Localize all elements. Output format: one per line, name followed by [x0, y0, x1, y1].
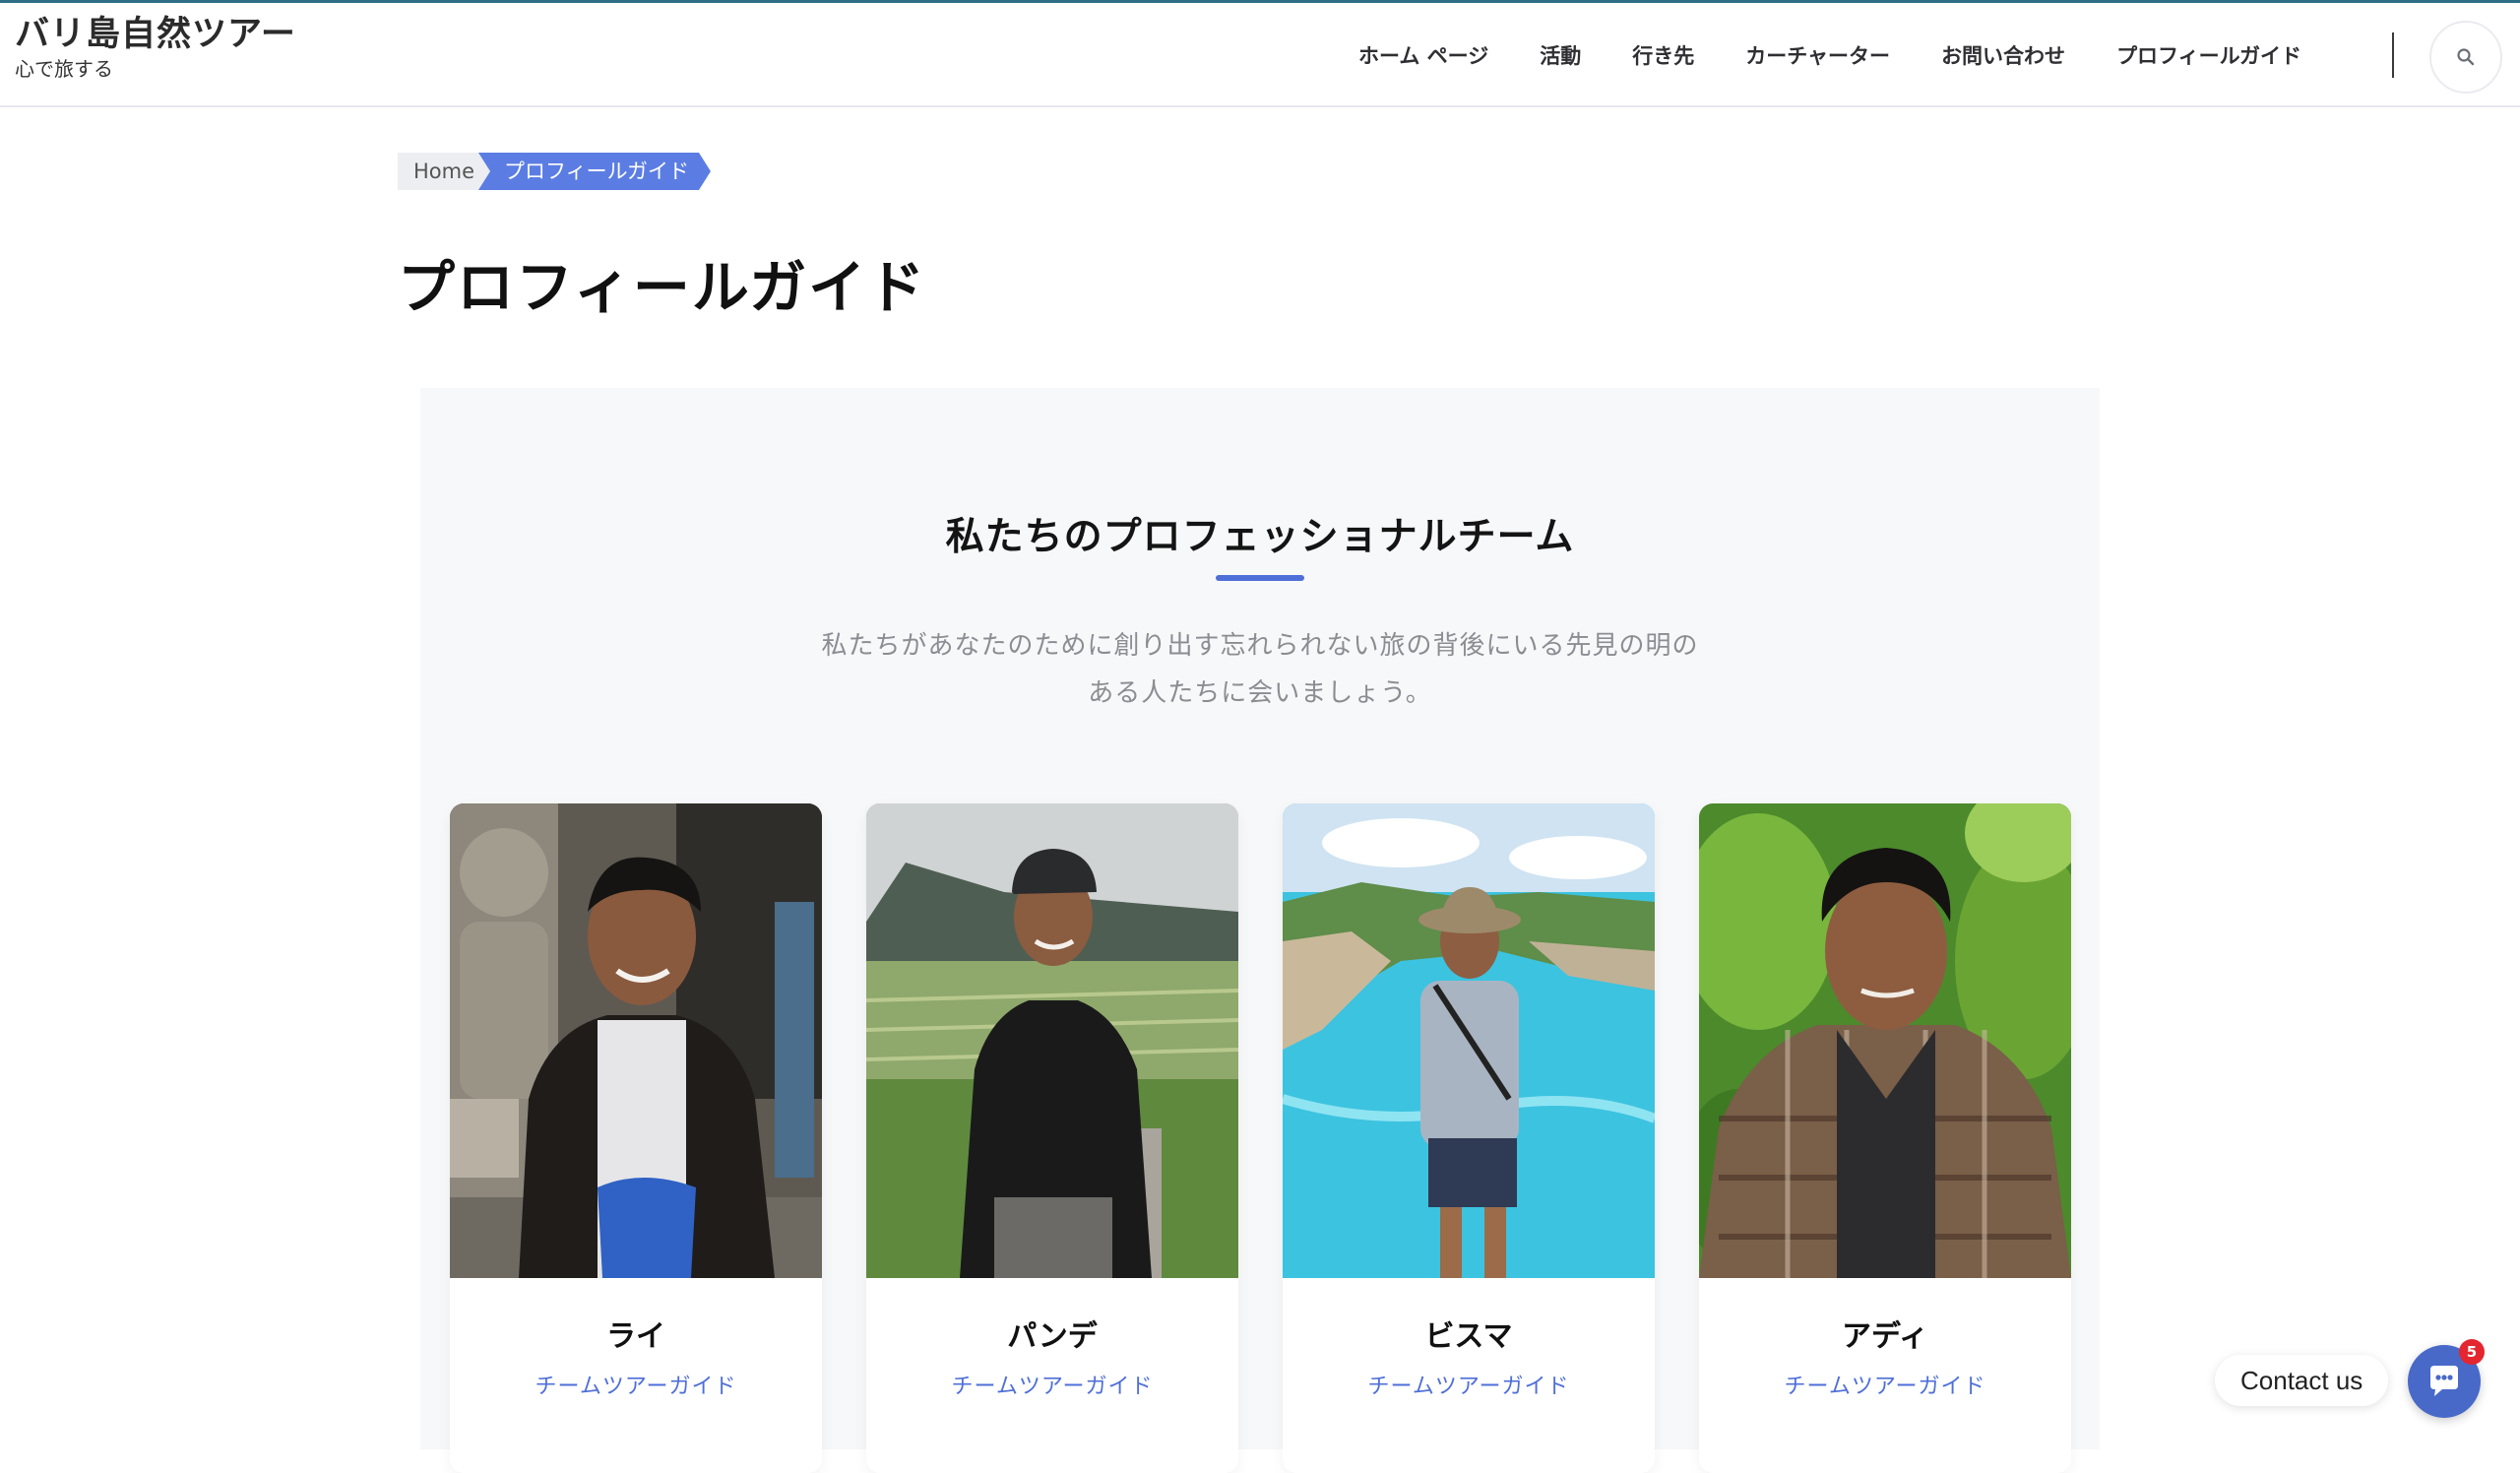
guide-photo-rai: [450, 803, 822, 1278]
site-tagline: 心で旅する: [15, 57, 113, 81]
breadcrumb-current: プロフィールガイド: [478, 153, 711, 190]
breadcrumb-home[interactable]: Home: [398, 153, 491, 190]
team-card-pande[interactable]: パンデ チームツアーガイド: [866, 803, 1238, 1473]
nav-contact[interactable]: お問い合わせ: [1941, 40, 2065, 70]
guide-name: アディ: [1842, 1319, 1928, 1354]
guide-role: チームツアーガイド: [535, 1375, 737, 1399]
team-description: 私たちがあなたのために創り出す忘れられない旅の背後にいる先見の明の ある人たちに…: [804, 622, 1716, 717]
team-card-rai[interactable]: ライ チームツアーガイド: [450, 803, 822, 1473]
team-heading: 私たちのプロフェッショナルチーム: [945, 515, 1575, 559]
site-title[interactable]: バリ島自然ツアー: [15, 13, 296, 56]
search-button[interactable]: [2429, 21, 2502, 94]
nav-activities[interactable]: 活動: [1540, 40, 1581, 70]
site-header: バリ島自然ツアー 心で旅する ホーム ページ 活動 行き先 カーチャーター お問…: [0, 3, 2520, 107]
guide-name: ライ: [606, 1319, 665, 1354]
nav-destinations[interactable]: 行き先: [1632, 40, 1694, 70]
breadcrumb: Home プロフィールガイド: [398, 153, 711, 190]
team-card-bisma[interactable]: ビスマ チームツアーガイド: [1283, 803, 1655, 1473]
nav-profile-guide[interactable]: プロフィールガイド: [2116, 40, 2301, 70]
search-icon: [2457, 48, 2475, 66]
nav-divider: [2392, 32, 2394, 78]
guide-photo-pande: [866, 803, 1238, 1278]
guide-name: パンデ: [1007, 1319, 1098, 1354]
heading-underline: [1216, 575, 1304, 581]
guide-role: チームツアーガイド: [951, 1375, 1154, 1399]
team-card-adi[interactable]: アディ チームツアーガイド: [1699, 803, 2071, 1473]
nav-car-charter[interactable]: カーチャーター: [1745, 40, 1890, 70]
brand[interactable]: バリ島自然ツアー 心で旅する: [15, 13, 296, 82]
chat-bubble-icon: [2430, 1366, 2458, 1396]
guide-photo-adi: [1699, 803, 2071, 1278]
page-title: プロフィールガイド: [398, 254, 927, 321]
guide-role: チームツアーガイド: [1784, 1375, 1986, 1399]
contact-us-label[interactable]: Contact us: [2215, 1355, 2389, 1406]
team-description-line-1: 私たちがあなたのために創り出す忘れられない旅の背後にいる先見の明の: [821, 631, 1699, 661]
guide-name: ビスマ: [1424, 1319, 1513, 1354]
guide-photo-bisma: [1283, 803, 1655, 1278]
team-section: 私たちのプロフェッショナルチーム 私たちがあなたのために創り出す忘れられない旅の…: [420, 388, 2100, 1473]
team-description-line-2: ある人たちに会いましょう。: [1088, 678, 1432, 708]
guide-role: チームツアーガイド: [1367, 1375, 1570, 1399]
notification-badge: 5: [2459, 1339, 2485, 1365]
main-nav: ホーム ページ 活動 行き先 カーチャーター お問い合わせ プロフィールガイド: [1358, 3, 2353, 107]
nav-home[interactable]: ホーム ページ: [1358, 40, 1488, 70]
